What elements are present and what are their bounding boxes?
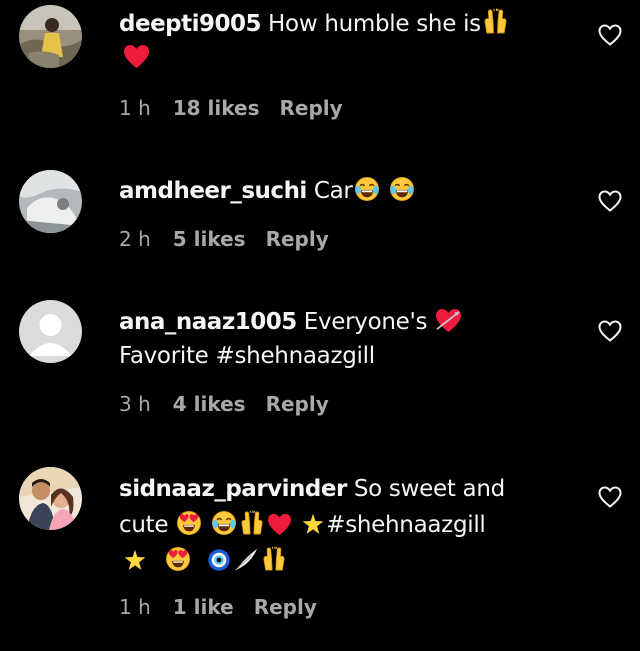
comment-body: deepti9005 How humble she is 1 h 18 likes…: [119, 7, 579, 120]
comment-text: sidnaaz_parvinder So sweet and cute #sheh…: [119, 471, 579, 579]
star-emoji: [123, 548, 147, 572]
reply-button[interactable]: Reply: [280, 96, 343, 120]
heart-outline-icon[interactable]: [598, 24, 622, 46]
avatar[interactable]: [19, 467, 82, 530]
tears-of-joy-emoji: [211, 510, 237, 536]
raised-hands-emoji: [261, 546, 287, 572]
avatar[interactable]: [19, 170, 82, 233]
comment-text: deepti9005 How humble she is: [119, 7, 579, 75]
comment-meta: 1 h 18 likes Reply: [119, 96, 363, 120]
comment-username[interactable]: sidnaaz_parvinder: [119, 476, 347, 502]
comment-username[interactable]: amdheer_suchi: [119, 178, 307, 204]
comment-message: How humble she is: [268, 11, 481, 37]
tears-of-joy-emoji: [354, 176, 380, 202]
comment-time: 1 h: [119, 96, 151, 120]
comment-username[interactable]: ana_naaz1005: [119, 309, 297, 335]
heart-eyes-emoji: [176, 510, 202, 536]
heart-outline-icon[interactable]: [598, 486, 622, 508]
reply-button[interactable]: Reply: [266, 227, 329, 251]
tears-of-joy-emoji: [389, 176, 415, 202]
comment-likes[interactable]: 4 likes: [173, 392, 246, 416]
avatar[interactable]: [19, 300, 82, 363]
raised-hands-emoji: [239, 510, 265, 536]
comment-likes[interactable]: 18 likes: [173, 96, 260, 120]
star-emoji: [301, 512, 325, 536]
heart-with-arrow-emoji: [435, 308, 462, 333]
comment-body: amdheer_suchi Car 2 h 5 likes Reply: [119, 174, 579, 251]
comment-time: 1 h: [119, 595, 151, 619]
reply-button[interactable]: Reply: [254, 595, 317, 619]
comment-message: So sweet and: [353, 476, 505, 502]
comment-meta: 3 h 4 likes Reply: [119, 392, 349, 416]
feather-emoji: [233, 546, 259, 572]
red-heart-emoji: [123, 44, 150, 69]
reply-button[interactable]: Reply: [266, 392, 329, 416]
nazar-amulet-emoji: [207, 548, 231, 572]
comment-hashtag[interactable]: #shehnaazgill: [326, 512, 486, 538]
comment-message-line2: Favorite #shehnaazgill: [119, 343, 375, 369]
comment-username[interactable]: deepti9005: [119, 11, 262, 37]
comment-text: amdheer_suchi Car: [119, 174, 579, 208]
heart-outline-icon[interactable]: [598, 320, 622, 342]
comment-body: ana_naaz1005 Everyone's Favorite #shehna…: [119, 305, 579, 416]
comment-body: sidnaaz_parvinder So sweet and cute #sheh…: [119, 471, 579, 619]
comment-likes[interactable]: 5 likes: [173, 227, 246, 251]
comment-message: Car: [313, 178, 353, 204]
comment-likes[interactable]: 1 like: [173, 595, 234, 619]
comment-text: ana_naaz1005 Everyone's Favorite #shehna…: [119, 305, 579, 373]
raised-hands-emoji: [482, 8, 509, 35]
red-heart-emoji: [267, 513, 292, 536]
heart-eyes-emoji: [165, 546, 191, 572]
comment-meta: 2 h 5 likes Reply: [119, 227, 349, 251]
comment-message-line2: cute: [119, 512, 169, 538]
comment-message: Everyone's: [303, 309, 428, 335]
comment-meta: 1 h 1 like Reply: [119, 595, 337, 619]
comment-time: 2 h: [119, 227, 151, 251]
comment-time: 3 h: [119, 392, 151, 416]
avatar[interactable]: [19, 5, 82, 68]
heart-outline-icon[interactable]: [598, 190, 622, 212]
